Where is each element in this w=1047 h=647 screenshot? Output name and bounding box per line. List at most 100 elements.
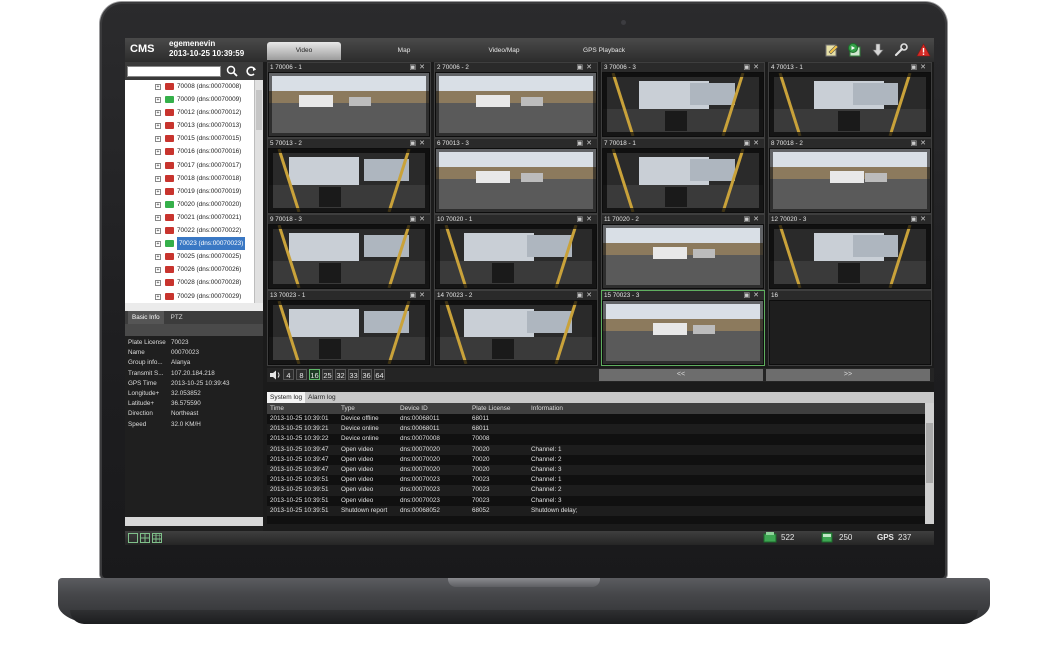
snapshot-icon[interactable]: ▣	[744, 140, 754, 147]
tree-scroll-thumb[interactable]	[256, 90, 262, 130]
close-icon[interactable]: ✕	[586, 292, 595, 299]
snapshot-icon[interactable]: ▣	[577, 64, 587, 71]
tree-item[interactable]: +70023 (dns:00070023)	[125, 237, 254, 251]
close-icon[interactable]: ✕	[586, 140, 595, 147]
log-row[interactable]: 2013-10-25 10:39:47 Open video dns:0007002…	[267, 464, 925, 476]
log-scroll-thumb[interactable]	[926, 423, 933, 483]
log-row[interactable]: 2013-10-25 10:39:51 Shutdown report dns:00…	[267, 505, 925, 516]
quad-view-icon[interactable]	[140, 533, 150, 543]
layout-button[interactable]: 4	[283, 369, 294, 380]
layout-button[interactable]: 64	[374, 369, 385, 380]
video-cell[interactable]: 14 70023 - 2 ▣✕	[434, 290, 598, 366]
single-view-icon[interactable]	[128, 533, 138, 543]
refresh-icon[interactable]	[245, 65, 257, 79]
expand-icon[interactable]: +	[155, 293, 161, 300]
close-icon[interactable]: ✕	[753, 140, 762, 147]
video-cell[interactable]: 11 70020 - 2 ▣✕	[601, 214, 765, 290]
search-icon[interactable]	[226, 65, 238, 79]
log-row[interactable]: 2013-10-25 10:39:47 Open video dns:0007002…	[267, 444, 925, 455]
close-icon[interactable]: ✕	[753, 216, 762, 223]
tree-item[interactable]: +70013 (dns:00070013)	[125, 119, 254, 132]
wrench-icon[interactable]	[892, 41, 909, 58]
layout-button[interactable]: 36	[361, 369, 372, 380]
expand-icon[interactable]: +	[155, 188, 161, 195]
expand-icon[interactable]: +	[155, 84, 161, 90]
expand-icon[interactable]: +	[155, 175, 161, 182]
tab-basic-info[interactable]: Basic Info	[128, 311, 164, 324]
edit-icon[interactable]	[823, 41, 840, 58]
tree-item[interactable]: +70025 (dns:00070025)	[125, 250, 254, 263]
next-page-button[interactable]: >>	[766, 369, 930, 381]
expand-icon[interactable]: +	[155, 228, 161, 235]
snapshot-icon[interactable]: ▣	[911, 216, 921, 223]
log-row[interactable]: 2013-10-25 10:39:47 Open video dns:0007002…	[267, 455, 925, 465]
tab-ptz[interactable]: PTZ	[167, 311, 187, 324]
log-row[interactable]: 2013-10-25 10:39:21 Device online dns:0006…	[267, 424, 925, 435]
snapshot-icon[interactable]: ▣	[410, 216, 420, 223]
tree-item[interactable]: +70019 (dns:00070019)	[125, 185, 254, 198]
log-row[interactable]: 2013-10-25 10:39:51 Open video dns:0007002…	[267, 485, 925, 496]
close-icon[interactable]: ✕	[920, 64, 929, 71]
speaker-icon[interactable]	[269, 370, 281, 380]
alarm-icon[interactable]	[915, 41, 932, 58]
tree-scrollbar[interactable]	[254, 80, 263, 303]
video-cell[interactable]: 15 70023 - 3 ▣✕	[601, 290, 765, 366]
tree-item[interactable]: +70009 (dns:00070009)	[125, 93, 254, 106]
snapshot-icon[interactable]: ▣	[744, 292, 754, 299]
log-row[interactable]: 2013-10-25 10:39:51 Open video dns:0007002…	[267, 475, 925, 485]
tree-item[interactable]: +70028 (dns:00070028)	[125, 276, 254, 289]
log-row[interactable]: 2013-10-25 10:39:51 Open video dns:0007002…	[267, 496, 925, 506]
video-cell[interactable]: 4 70013 - 1 ▣✕	[768, 62, 932, 138]
tree-item[interactable]: +70026 (dns:00070026)	[125, 263, 254, 276]
expand-icon[interactable]: +	[155, 254, 161, 261]
log-row[interactable]: 2013-10-25 10:39:22 Device online dns:0007…	[267, 434, 925, 444]
snapshot-icon[interactable]: ▣	[744, 216, 754, 223]
snapshot-icon[interactable]: ▣	[577, 216, 587, 223]
expand-icon[interactable]: +	[155, 267, 161, 274]
video-cell[interactable]: 5 70013 - 2 ▣✕	[267, 138, 431, 214]
tree-item[interactable]: +70012 (dns:00070012)	[125, 106, 254, 119]
tab-gps-playback[interactable]: GPS Playback	[567, 42, 641, 60]
tab-system-log[interactable]: System log	[267, 392, 306, 403]
prev-page-button[interactable]: <<	[599, 369, 763, 381]
layout-button[interactable]: 8	[296, 369, 307, 380]
close-icon[interactable]: ✕	[419, 64, 428, 71]
refresh-video-icon[interactable]	[846, 41, 863, 58]
log-scrollbar[interactable]	[925, 403, 934, 524]
info-hscrollbar[interactable]	[125, 517, 263, 526]
layout-button[interactable]: 32	[335, 369, 346, 380]
tab-alarm-log[interactable]: Alarm log	[305, 392, 338, 403]
close-icon[interactable]: ✕	[920, 216, 929, 223]
expand-icon[interactable]: +	[155, 214, 161, 221]
snapshot-icon[interactable]: ▣	[410, 64, 420, 71]
expand-icon[interactable]: +	[155, 123, 161, 130]
video-cell[interactable]: 2 70006 - 2 ▣✕	[434, 62, 598, 138]
video-cell[interactable]: 8 70018 - 2 ▣✕	[768, 138, 932, 214]
close-icon[interactable]: ✕	[419, 292, 428, 299]
expand-icon[interactable]: +	[155, 280, 161, 287]
close-icon[interactable]: ✕	[419, 216, 428, 223]
video-cell[interactable]: 13 70023 - 1 ▣✕	[267, 290, 431, 366]
close-icon[interactable]: ✕	[419, 140, 428, 147]
tree-item[interactable]: +70015 (dns:00070015)	[125, 132, 254, 145]
video-cell[interactable]: 9 70018 - 3 ▣✕	[267, 214, 431, 290]
tree-item[interactable]: +70022 (dns:00070022)	[125, 224, 254, 237]
expand-icon[interactable]: +	[155, 162, 161, 169]
device-search-input[interactable]	[127, 66, 221, 77]
nine-view-icon[interactable]	[152, 533, 162, 543]
snapshot-icon[interactable]: ▣	[911, 140, 921, 147]
tree-item[interactable]: +70029 (dns:00070029)	[125, 290, 254, 303]
expand-icon[interactable]: +	[155, 149, 161, 156]
video-cell[interactable]: 3 70006 - 3 ▣✕	[601, 62, 765, 138]
tree-item[interactable]: +70021 (dns:00070021)	[125, 211, 254, 224]
tree-item[interactable]: +70016 (dns:00070016)	[125, 145, 254, 158]
close-icon[interactable]: ✕	[753, 292, 762, 299]
tab-map[interactable]: Map	[367, 42, 441, 60]
layout-button[interactable]: 33	[348, 369, 359, 380]
tree-item[interactable]: +70017 (dns:00070017)	[125, 159, 254, 172]
video-cell[interactable]: 10 70020 - 1 ▣✕	[434, 214, 598, 290]
video-cell[interactable]: 1 70006 - 1 ▣✕	[267, 62, 431, 138]
layout-button[interactable]: 16	[309, 369, 320, 380]
tree-item[interactable]: +70008 (dns:00070008)	[125, 80, 254, 93]
expand-icon[interactable]: +	[155, 110, 161, 117]
